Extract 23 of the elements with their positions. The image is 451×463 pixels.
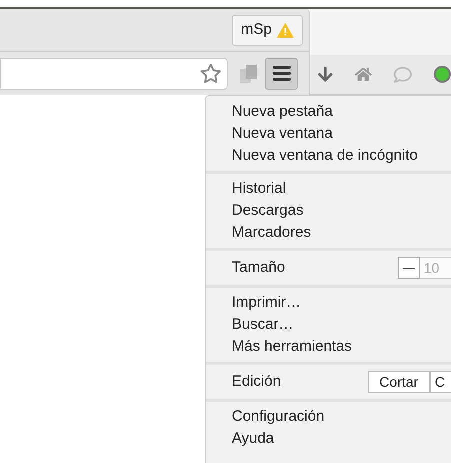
menu-item-label: Edición	[232, 372, 282, 392]
menu-button[interactable]	[265, 58, 298, 90]
menu-item[interactable]: Más herramientas	[206, 336, 451, 358]
profile-button[interactable]: mSp	[232, 14, 303, 46]
menu-item[interactable]: Nueva pestaña	[206, 101, 451, 123]
bookmark-star-icon[interactable]	[200, 62, 222, 84]
menu-item[interactable]: Imprimir…	[206, 292, 451, 314]
menu-icon	[272, 66, 290, 81]
menu-item[interactable]: Nueva ventana de incógnito	[206, 145, 451, 167]
menu-item-label: Tamaño	[232, 258, 286, 278]
menu-item[interactable]: Marcadores	[206, 222, 451, 244]
download-icon[interactable]	[318, 66, 333, 83]
menu-item[interactable]: Buscar…	[206, 314, 451, 336]
menu-item[interactable]: Nueva ventana	[206, 123, 451, 145]
zoom-level: 10	[420, 257, 451, 279]
menu-item[interactable]: Historial	[206, 178, 451, 200]
edit-button[interactable]: C	[430, 371, 451, 393]
menu-item[interactable]: Configuración	[206, 406, 451, 428]
edit-button[interactable]: Cortar	[368, 371, 430, 393]
menu-item[interactable]: Descargas	[206, 200, 451, 222]
menu-item[interactable]: Ayuda	[206, 428, 451, 450]
home-icon[interactable]	[355, 66, 372, 83]
zoom-out-button[interactable]: —	[398, 257, 420, 279]
